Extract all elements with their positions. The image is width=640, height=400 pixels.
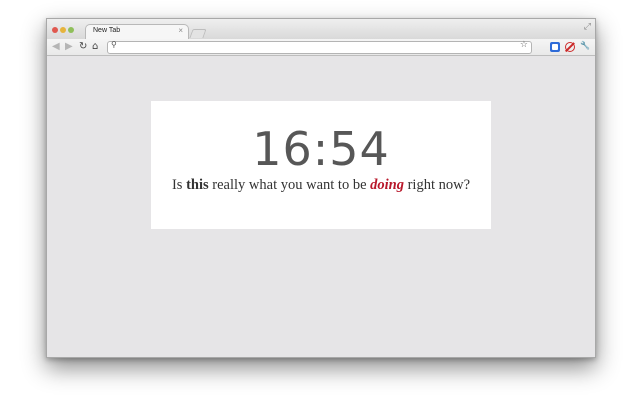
new-tab-button[interactable]: [189, 29, 207, 38]
close-window-icon[interactable]: [52, 27, 58, 33]
message-highlight-word: doing: [370, 177, 404, 193]
browser-window: New Tab × ⤢ ◀ ▶ ↻ ⌂ ⚲ ☆ 🔧 16:54 Is this …: [46, 18, 596, 358]
address-bar[interactable]: ⚲ ☆: [107, 40, 532, 54]
extension-blue-icon[interactable]: [550, 42, 560, 52]
clock-card: 16:54 Is this really what you want to be…: [151, 101, 491, 229]
extension-blocked-icon[interactable]: [565, 42, 575, 52]
fullscreen-icon[interactable]: ⤢: [584, 21, 591, 32]
title-bar: New Tab × ⤢: [47, 19, 595, 40]
new-tab-page: 16:54 Is this really what you want to be…: [47, 56, 595, 357]
message-part-2: really what you want to be: [208, 177, 371, 193]
reload-button[interactable]: ↻: [79, 40, 87, 54]
message-part-3: right now?: [403, 177, 471, 193]
reminder-message: Is this really what you want to be doing…: [171, 177, 471, 194]
message-bold-word: this: [186, 177, 209, 193]
wrench-menu-icon[interactable]: 🔧: [580, 39, 590, 53]
search-icon: ⚲: [111, 40, 117, 49]
maximize-window-icon[interactable]: [68, 27, 74, 33]
tab-new-tab[interactable]: New Tab ×: [85, 24, 189, 40]
tab-title: New Tab: [93, 27, 121, 34]
message-part-1: Is: [171, 177, 187, 193]
home-button[interactable]: ⌂: [92, 40, 98, 54]
minimize-window-icon[interactable]: [60, 27, 66, 33]
back-button[interactable]: ◀: [52, 40, 60, 54]
tab-close-icon[interactable]: ×: [178, 26, 183, 35]
toolbar: ◀ ▶ ↻ ⌂ ⚲ ☆ 🔧: [47, 39, 595, 56]
bookmark-star-icon[interactable]: ☆: [520, 40, 528, 50]
clock-time: 16:54: [252, 122, 390, 176]
forward-button[interactable]: ▶: [65, 40, 73, 54]
